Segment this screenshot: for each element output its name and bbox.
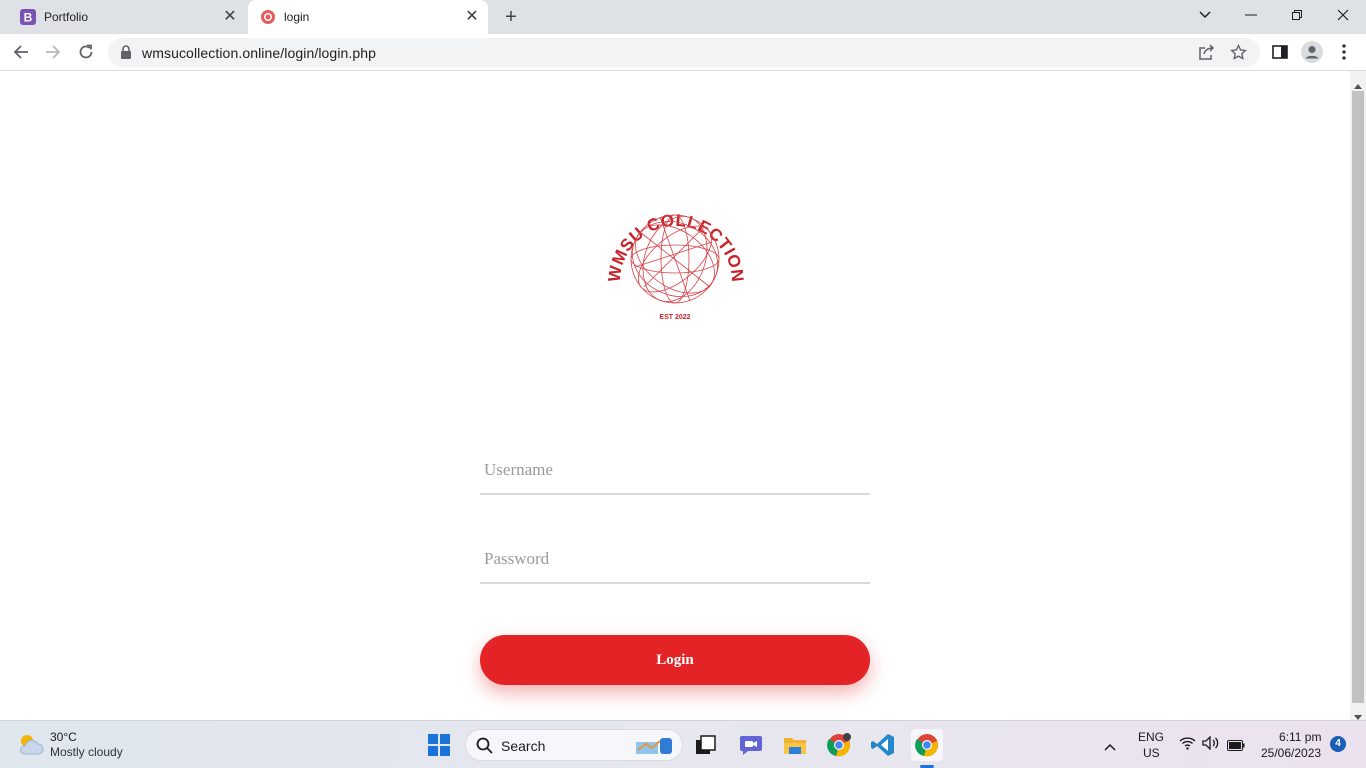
teams-chat-icon[interactable]	[735, 729, 767, 761]
url-text: wmsucollection.online/login/login.php	[142, 45, 377, 61]
logo-subtext: EST 2022	[659, 314, 690, 321]
task-view-icon[interactable]	[690, 729, 722, 761]
side-panel-icon[interactable]	[1266, 38, 1294, 66]
forward-button[interactable]	[39, 38, 67, 66]
vscode-icon[interactable]	[867, 729, 899, 761]
tab-login[interactable]: login ✕	[248, 0, 488, 34]
windows-start-icon[interactable]	[423, 729, 455, 761]
tab-search-button[interactable]	[1182, 0, 1228, 30]
tab-strip: B Portfolio ✕ login ✕ +	[0, 0, 1366, 34]
share-icon[interactable]	[1198, 44, 1215, 66]
chrome-icon[interactable]	[911, 729, 943, 761]
password-input[interactable]	[480, 536, 870, 582]
tab-title: Portfolio	[44, 10, 89, 24]
username-input[interactable]	[480, 447, 870, 493]
show-hidden-icons-chevron-icon[interactable]	[1104, 738, 1116, 756]
volume-icon[interactable]	[1202, 735, 1220, 755]
language-region[interactable]: US	[1143, 746, 1160, 760]
login-button[interactable]: Login	[480, 635, 870, 685]
search-icon	[476, 737, 493, 759]
profile-avatar[interactable]	[1298, 38, 1326, 66]
minimize-button[interactable]	[1228, 0, 1274, 30]
chrome-profile-icon[interactable]	[823, 729, 855, 761]
weather-cloud-icon[interactable]	[16, 732, 44, 761]
username-field	[480, 447, 870, 495]
wmsu-collection-logo: WMSU COLLECTION EST 2022	[600, 187, 750, 327]
weather-temp: 30°C	[50, 730, 77, 744]
battery-icon[interactable]	[1227, 738, 1245, 756]
close-window-button[interactable]	[1320, 0, 1366, 30]
tab-portfolio[interactable]: B Portfolio ✕	[8, 0, 246, 34]
clock-date[interactable]: 25/06/2023	[1261, 746, 1321, 760]
restore-button[interactable]	[1274, 0, 1320, 30]
login-page: WMSU COLLECTION EST 2022 Login	[0, 71, 1350, 720]
reload-button[interactable]	[72, 38, 100, 66]
password-field	[480, 536, 870, 584]
search-highlight-icon	[632, 734, 676, 761]
wifi-icon[interactable]	[1179, 736, 1196, 755]
clock-time[interactable]: 6:11 pm	[1279, 730, 1321, 744]
scrollbar-thumb[interactable]	[1352, 91, 1364, 703]
new-tab-button[interactable]: +	[500, 6, 522, 28]
close-tab-icon[interactable]: ✕	[464, 9, 480, 25]
menu-kebab-icon[interactable]	[1330, 38, 1358, 66]
bootstrap-icon: B	[20, 9, 36, 25]
lock-icon	[120, 45, 132, 64]
browser-toolbar: wmsucollection.online/login/login.php	[0, 34, 1366, 71]
tab-title: login	[284, 10, 310, 24]
address-bar[interactable]: wmsucollection.online/login/login.php	[108, 38, 1260, 67]
search-label: Search	[501, 738, 546, 754]
language-code[interactable]: ENG	[1138, 730, 1164, 744]
file-explorer-icon[interactable]	[779, 729, 811, 761]
windows-taskbar: 30°C Mostly cloudy Search ENG US 6:11 pm…	[0, 720, 1366, 768]
weather-condition: Mostly cloudy	[50, 745, 123, 759]
bookmark-star-icon[interactable]	[1230, 43, 1247, 66]
close-tab-icon[interactable]: ✕	[222, 9, 238, 25]
svg-text:B: B	[24, 11, 33, 25]
wmsu-logo-icon	[260, 9, 276, 25]
notification-badge[interactable]: 4	[1330, 736, 1346, 752]
taskbar-search-box[interactable]: Search	[465, 729, 683, 761]
back-button[interactable]	[7, 38, 35, 66]
